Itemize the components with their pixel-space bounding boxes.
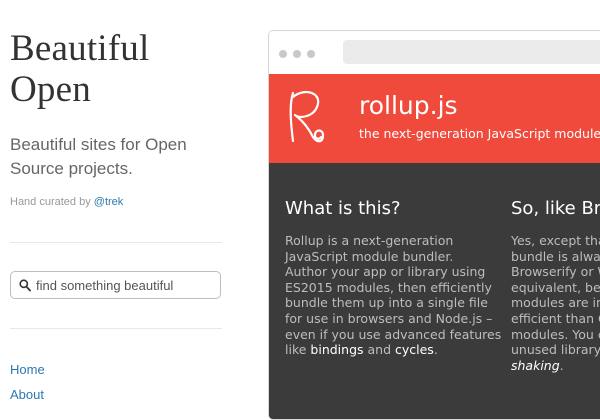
text-line: like bindings and cycles.	[285, 342, 501, 358]
text-line: bundle is alwa	[511, 248, 600, 264]
text-line: Browserify or W	[511, 264, 600, 280]
text-line: Yes, except tha	[511, 233, 600, 248]
divider	[10, 328, 222, 329]
preview-content: What is this? Rollup is a next-generatio…	[269, 163, 600, 419]
preview-paragraph-1: Rollup is a next-generation JavaScript m…	[285, 233, 501, 358]
text-fragment: like	[285, 342, 311, 358]
preview-heading-so-like: So, like Bro	[511, 198, 600, 219]
preview-hero-title: rollup.js	[359, 91, 458, 120]
address-bar	[343, 40, 600, 64]
text-line: JavaScript module bundler.	[285, 248, 454, 264]
nav-link-about[interactable]: About	[10, 387, 44, 402]
sidebar: Beautiful Open Beautiful sites for Open …	[0, 0, 240, 407]
text-line: Rollup is a next-generation	[285, 233, 454, 248]
text-line: even if you use advanced features	[285, 326, 502, 342]
preview-hero-subtitle: the next-generation JavaScript module	[359, 126, 600, 141]
credit-prefix: Hand curated by	[10, 196, 91, 208]
text-line: unused library	[511, 342, 600, 358]
site-title-line2: Open	[10, 69, 91, 110]
divider	[10, 242, 222, 243]
text-line: Author your app or library using	[285, 264, 486, 280]
nav-link-home[interactable]: Home	[10, 362, 45, 377]
text-line: efficient than C	[511, 310, 600, 326]
credit: Hand curated by @trek	[10, 196, 123, 208]
text-line: bundle them up into a single file	[285, 295, 488, 311]
preview-hero: rollup.js the next-generation JavaScript…	[269, 74, 600, 163]
bindings-link: bindings	[310, 342, 364, 358]
site-preview-browser[interactable]: rollup.js the next-generation JavaScript…	[268, 30, 600, 420]
site-title[interactable]: Beautiful Open	[10, 28, 149, 110]
text-line: for use in browsers and Node.js –	[285, 310, 493, 326]
tree-shaking-text: shaking	[511, 357, 560, 373]
credit-author-link[interactable]: @trek	[94, 196, 124, 208]
window-dot	[307, 50, 315, 58]
search-input[interactable]	[36, 276, 216, 294]
text-line: modules. You c	[511, 326, 600, 342]
text-line: modules are in	[511, 295, 600, 311]
text-fragment: and	[363, 342, 395, 358]
search-box[interactable]	[10, 271, 221, 299]
search-icon	[19, 279, 31, 292]
tagline: Beautiful sites for Open Source projects…	[10, 135, 187, 178]
text-line: ES2015 modules, then efficiently	[285, 279, 492, 295]
text-line: equivalent, be	[511, 279, 600, 295]
text-line: shaking.	[511, 358, 600, 374]
window-dot	[293, 50, 301, 58]
site-title-line1: Beautiful	[10, 28, 150, 69]
window-dot	[279, 50, 287, 58]
cycles-link: cycles	[394, 342, 434, 358]
preview-paragraph-2: Yes, except tha bundle is alwa Browserif…	[511, 233, 600, 373]
browser-toolbar	[269, 31, 600, 74]
preview-heading-what-is-this: What is this?	[285, 198, 401, 219]
rollup-logo-icon	[289, 90, 325, 143]
text-fragment: .	[433, 342, 438, 358]
text-fragment: .	[559, 357, 564, 373]
